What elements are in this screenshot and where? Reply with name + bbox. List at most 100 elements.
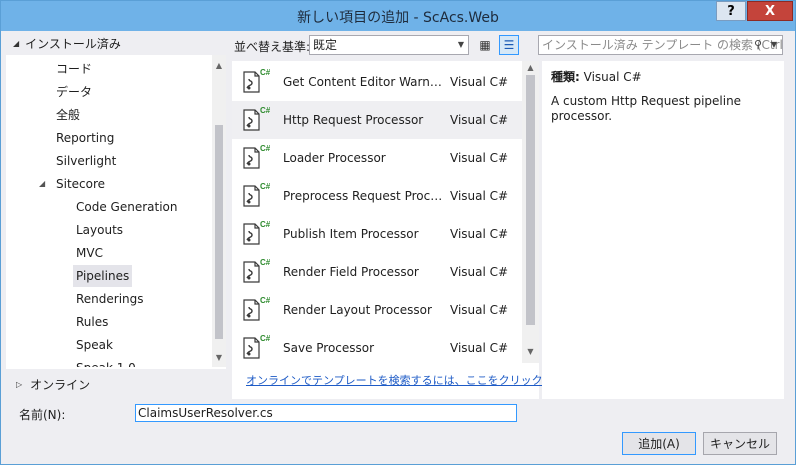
- scroll-down-arrow-icon[interactable]: ▼: [522, 345, 539, 359]
- category-panel: ◢ インストール済み コード データ全般 Reporting Silverlight ◢…: [6, 31, 226, 399]
- list-view-button[interactable]: ☰: [499, 35, 519, 55]
- search-icon[interactable]: ⚲: [754, 36, 762, 54]
- template-item-language: Visual C#: [450, 341, 509, 355]
- template-item[interactable]: C# Http Request Processor Visual C#: [232, 101, 522, 139]
- tree-item[interactable]: Layouts: [76, 219, 123, 241]
- tree-item-label: 全般: [56, 108, 81, 122]
- tree-item-label: MVC: [76, 246, 103, 260]
- tree-item-label: Renderings: [76, 292, 144, 306]
- add-new-item-dialog: 新しい項目の追加 - ScAcs.Web ? X ◢ インストール済み コードデ…: [0, 0, 796, 465]
- template-item-language: Visual C#: [450, 265, 509, 279]
- tree-item[interactable]: Speak: [76, 334, 113, 356]
- svg-text:C#: C#: [260, 296, 270, 305]
- expand-triangle-icon[interactable]: ◢: [39, 173, 45, 195]
- title-bar[interactable]: 新しい項目の追加 - ScAcs.Web ? X: [1, 1, 795, 31]
- template-list: C# Get Content Editor Warning Processor Vi…: [232, 61, 522, 363]
- svg-text:C#: C#: [260, 334, 270, 343]
- description-panel: 種類: Visual C# A custom Http Request pipe…: [542, 61, 784, 399]
- window-title: 新しい項目の追加 - ScAcs.Web: [297, 10, 499, 26]
- sort-label: 並べ替え基準:: [234, 40, 311, 54]
- template-item-language: Visual C#: [450, 303, 509, 317]
- scroll-up-arrow-icon[interactable]: ▲: [522, 61, 539, 75]
- scroll-down-arrow-icon[interactable]: ▼: [212, 351, 226, 365]
- expand-triangle-icon: ▷: [16, 379, 23, 389]
- template-type: 種類: Visual C#: [551, 68, 775, 85]
- name-input[interactable]: ClaimsUserResolver.cs: [135, 404, 517, 422]
- installed-header[interactable]: ◢ インストール済み: [6, 31, 226, 55]
- template-item-name: Save Processor: [283, 341, 375, 355]
- tree-item-label: Speak: [76, 338, 113, 352]
- svg-text:C#: C#: [260, 68, 270, 77]
- grid-view-button[interactable]: ▦: [475, 35, 495, 55]
- tree-item[interactable]: コード: [56, 58, 92, 80]
- tree-item[interactable]: 全般: [56, 104, 80, 126]
- grid-view-icon: ▦: [479, 38, 491, 52]
- template-item-name: Get Content Editor Warning Processor: [283, 75, 443, 89]
- tree-item[interactable]: Speak 1.0: [76, 357, 136, 367]
- cancel-button[interactable]: キャンセル: [703, 432, 777, 455]
- template-item[interactable]: C# Publish Item Processor Visual C#: [232, 215, 522, 253]
- tree-item[interactable]: Code Generation: [76, 196, 177, 218]
- tree-item-label: Silverlight: [56, 154, 117, 168]
- template-list-scrollbar[interactable]: ▲ ▼: [522, 61, 539, 363]
- dropdown-arrow-icon: ▼: [457, 40, 464, 49]
- template-item-language: Visual C#: [450, 227, 509, 241]
- scroll-up-arrow-icon[interactable]: ▲: [212, 59, 226, 73]
- csharp-file-icon: C#: [240, 333, 271, 363]
- online-templates-link[interactable]: オンラインでテンプレートを検索するには、ここをクリックします。: [246, 372, 586, 388]
- search-placeholder: インストール済み テンプレート の検索 (Ctrl+E): [542, 38, 783, 52]
- template-type-label: 種類:: [551, 70, 580, 84]
- sort-dropdown[interactable]: 既定 ▼: [309, 35, 469, 55]
- tree-item[interactable]: データ: [56, 81, 92, 103]
- scroll-thumb[interactable]: [215, 125, 223, 339]
- tree-item[interactable]: MVC: [76, 242, 103, 264]
- csharp-file-icon: C#: [240, 67, 271, 97]
- sort-dropdown-value: 既定: [313, 38, 338, 52]
- template-item-name: Publish Item Processor: [283, 227, 419, 241]
- tree-item-label: Layouts: [76, 223, 124, 237]
- template-item[interactable]: C# Preprocess Request Processor Visual C#: [232, 177, 522, 215]
- template-item-name: Render Layout Processor: [283, 303, 432, 317]
- template-item[interactable]: C# Save Processor Visual C#: [232, 329, 522, 363]
- svg-text:C#: C#: [260, 144, 270, 153]
- help-button[interactable]: ?: [716, 1, 746, 21]
- template-item-name: Preprocess Request Processor: [283, 189, 443, 203]
- close-button[interactable]: X: [747, 1, 793, 21]
- template-list-panel: C# Get Content Editor Warning Processor Vi…: [232, 61, 586, 399]
- add-button[interactable]: 追加(A): [622, 432, 696, 455]
- online-header[interactable]: ▷ オンライン: [6, 369, 226, 399]
- tree-item-label: Sitecore: [56, 177, 106, 191]
- online-header-label: オンライン: [30, 377, 91, 392]
- template-item-language: Visual C#: [450, 151, 509, 165]
- category-tree: コード データ全般 Reporting Silverlight ◢ Sitecore Cod…: [6, 55, 212, 367]
- template-item[interactable]: C# Loader Processor Visual C#: [232, 139, 522, 177]
- template-item[interactable]: C# Render Layout Processor Visual C#: [232, 291, 522, 329]
- csharp-file-icon: C#: [240, 181, 271, 211]
- tree-item-label: Speak 1.0: [76, 361, 136, 367]
- search-options-arrow-icon[interactable]: ▼: [771, 36, 777, 54]
- template-description: A custom Http Request pipeline processor…: [551, 94, 742, 123]
- csharp-file-icon: C#: [240, 143, 271, 173]
- csharp-file-icon: C#: [240, 219, 271, 249]
- template-type-value: Visual C#: [583, 70, 642, 84]
- tree-item[interactable]: Pipelines: [73, 265, 133, 287]
- template-search-input[interactable]: インストール済み テンプレート の検索 (Ctrl+E) ⚲ ▼: [538, 35, 783, 55]
- tree-item[interactable]: Silverlight: [56, 150, 116, 172]
- tree-item-label: Pipelines: [76, 269, 130, 283]
- tree-item[interactable]: Rules: [76, 311, 108, 333]
- tree-item[interactable]: Renderings: [76, 288, 144, 310]
- category-tree-scrollbar[interactable]: ▲ ▼: [212, 55, 226, 367]
- tree-item-label: Rules: [76, 315, 109, 329]
- name-label: 名前(N):: [19, 408, 66, 422]
- tree-item[interactable]: Reporting: [56, 127, 114, 149]
- csharp-file-icon: C#: [240, 257, 271, 287]
- template-item-name: Render Field Processor: [283, 265, 419, 279]
- scroll-thumb[interactable]: [526, 75, 535, 325]
- tree-item[interactable]: ◢ Sitecore: [39, 173, 106, 195]
- tree-item-label: Code Generation: [76, 200, 178, 214]
- list-view-icon: ☰: [503, 38, 515, 52]
- svg-text:C#: C#: [260, 182, 270, 191]
- template-item[interactable]: C# Get Content Editor Warning Processor Vi…: [232, 63, 522, 101]
- svg-text:C#: C#: [260, 106, 270, 115]
- template-item[interactable]: C# Render Field Processor Visual C#: [232, 253, 522, 291]
